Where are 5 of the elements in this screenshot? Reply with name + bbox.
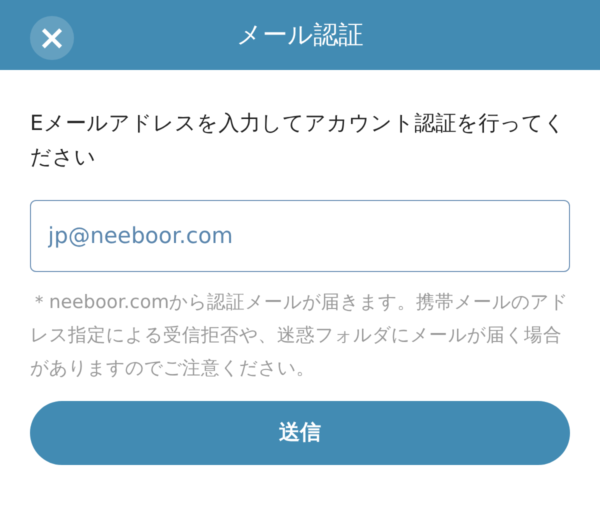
send-button[interactable]: 送信 [30,401,570,465]
instruction-text: Eメールアドレスを入力してアカウント認証を行ってください [29,110,566,171]
note-text: ＊neeboor.comから認証メールが届きます。携帯メールのアドレス指定による受信拒否や、迷惑フォルダにメールが届く場合がありますのでご注意ください。 [29,291,570,381]
screen-title: メール認証 [236,19,364,52]
close-button[interactable]: × [30,16,74,60]
